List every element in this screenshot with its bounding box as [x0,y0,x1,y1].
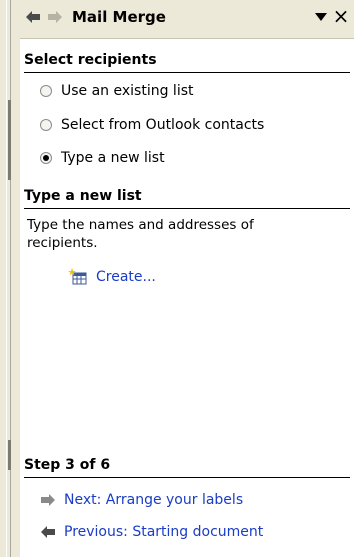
create-link[interactable]: Create... [68,267,156,287]
radio-button[interactable] [40,119,52,131]
previous-step-label[interactable]: Previous: Starting document [64,524,263,540]
splitter-grip[interactable] [8,100,11,180]
type-new-list-heading: Type a new list [24,188,142,204]
radio-label: Type a new list [61,150,165,166]
forward-button[interactable] [46,9,64,25]
type-new-list-rule [24,208,350,209]
previous-step-link[interactable]: Previous: Starting document [40,524,263,540]
next-step-link[interactable]: Next: Arrange your labels [40,492,243,508]
pane-menu-button[interactable] [312,8,330,26]
step-heading: Step 3 of 6 [24,457,111,473]
next-step-label[interactable]: Next: Arrange your labels [64,492,243,508]
select-recipients-heading: Select recipients [24,52,157,68]
radio-select-outlook-contacts[interactable]: Select from Outlook contacts [40,115,264,135]
task-pane: Mail Merge × Select recipients Use an ex… [20,0,354,557]
task-pane-titlebar: Mail Merge × [20,0,354,39]
back-arrow-icon [26,11,40,23]
type-new-list-description: Type the names and addresses of recipien… [27,217,254,251]
radio-button-selected[interactable] [40,152,52,164]
next-arrow-icon [41,494,55,506]
forward-arrow-icon [48,11,62,23]
splitter-shadow [10,0,11,557]
splitter-grip-lower[interactable] [8,440,11,470]
dropdown-triangle-icon [315,13,327,21]
back-button[interactable] [24,9,42,25]
new-list-icon [68,268,87,285]
radio-button[interactable] [40,85,52,97]
mail-merge-window: Mail Merge × Select recipients Use an ex… [0,0,354,557]
step-rule [24,477,350,478]
create-link-label[interactable]: Create... [96,269,156,285]
close-icon: × [332,4,350,28]
previous-arrow-icon [41,526,55,538]
radio-type-new-list[interactable]: Type a new list [40,148,165,168]
splitter-highlight [6,0,7,557]
radio-label: Select from Outlook contacts [61,117,265,133]
select-recipients-rule [24,72,350,73]
radio-use-existing-list[interactable]: Use an existing list [40,81,194,101]
pane-splitter[interactable] [0,0,20,557]
close-button[interactable]: × [332,6,350,26]
task-pane-title: Mail Merge [72,8,166,26]
radio-label: Use an existing list [61,83,194,99]
